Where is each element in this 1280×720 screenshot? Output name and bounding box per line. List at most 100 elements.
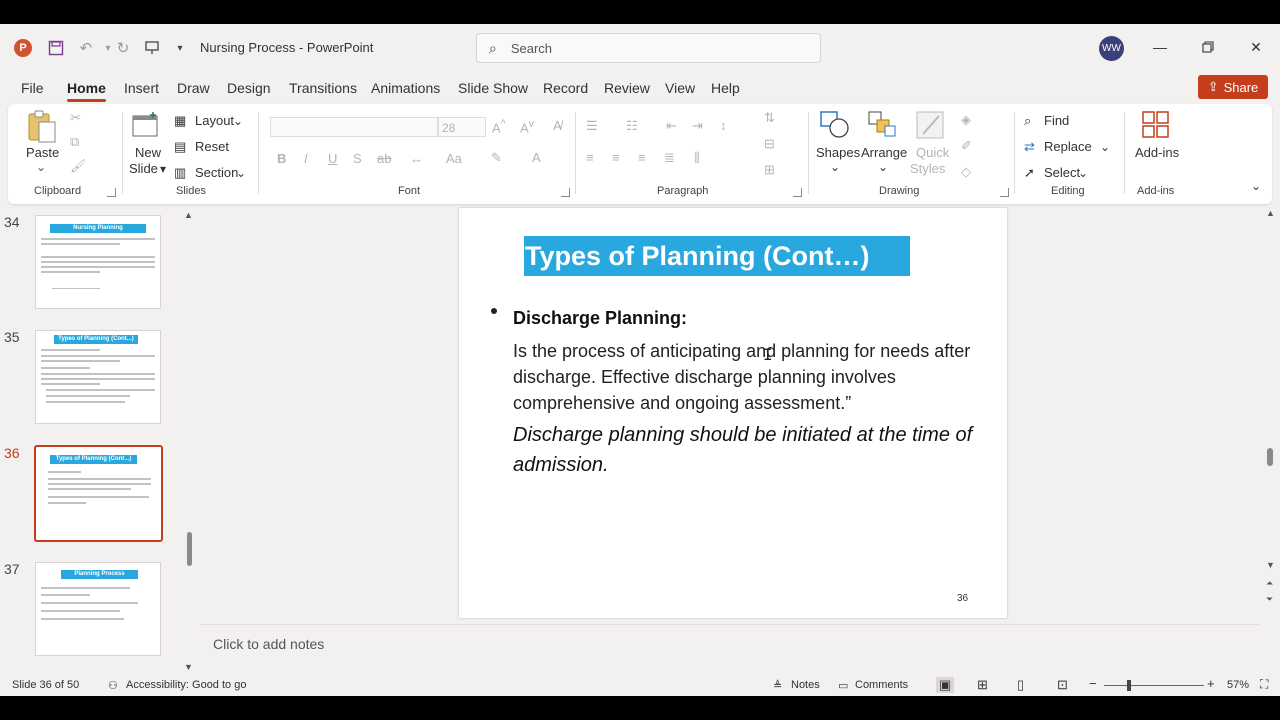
paste-dropdown-icon[interactable]: ⌄ xyxy=(36,160,46,174)
slide-thumbnail-36[interactable]: Types of Planning (Cont...) xyxy=(34,445,163,542)
new-slide-icon[interactable] xyxy=(131,110,163,140)
arrange-icon[interactable] xyxy=(867,110,899,140)
thumbnail-scrollbar-thumb[interactable] xyxy=(187,532,192,566)
section-icon[interactable]: ▥ xyxy=(174,165,186,181)
notes-button[interactable]: Notes xyxy=(791,679,820,691)
copy-icon[interactable]: ⧉ xyxy=(70,134,79,150)
shape-fill-icon[interactable]: ◈ xyxy=(961,112,971,128)
align-text-icon[interactable]: ⊟ xyxy=(764,136,775,152)
font-launcher-icon[interactable] xyxy=(561,188,570,197)
accessibility-icon[interactable]: ⚇ xyxy=(108,679,118,692)
italic-icon[interactable]: I xyxy=(304,151,308,166)
new-slide-label[interactable]: New xyxy=(135,145,161,160)
add-ins-icon[interactable] xyxy=(1141,110,1173,140)
shapes-dropdown-icon[interactable]: ⌄ xyxy=(830,160,840,174)
fit-to-window-icon[interactable]: ⛶ xyxy=(1260,677,1268,692)
replace-button[interactable]: Replace xyxy=(1044,139,1092,154)
tab-view[interactable]: View xyxy=(665,80,695,96)
search-box[interactable]: ⌕ Search xyxy=(476,33,821,63)
redo-icon[interactable]: ↻ xyxy=(113,38,133,58)
format-painter-icon[interactable]: 🖌 xyxy=(70,158,87,174)
layout-icon[interactable]: ▦ xyxy=(174,113,186,129)
font-color-icon[interactable]: A xyxy=(532,150,541,165)
paste-button[interactable]: Paste xyxy=(26,145,59,160)
font-size-box[interactable]: 28 xyxy=(438,117,486,137)
select-icon[interactable]: ➚ xyxy=(1024,165,1035,181)
close-icon[interactable]: ✕ xyxy=(1246,37,1266,57)
text-direction-icon[interactable]: ⇅ xyxy=(764,110,775,126)
share-button[interactable]: ⇪ Share xyxy=(1198,75,1268,99)
slide-scrollbar-thumb[interactable] xyxy=(1267,448,1273,466)
tab-record[interactable]: Record xyxy=(543,80,588,96)
scroll-down-icon[interactable]: ▼ xyxy=(1266,560,1275,570)
smartart-icon[interactable]: ⊞ xyxy=(764,162,775,178)
next-slide-icon[interactable]: ⏷ xyxy=(1266,594,1273,605)
highlight-icon[interactable]: ✎ xyxy=(491,150,502,166)
replace-icon[interactable]: ⇄ xyxy=(1024,139,1035,155)
scroll-down-icon[interactable]: ▼ xyxy=(184,662,193,672)
comments-button[interactable]: Comments xyxy=(855,679,908,691)
accessibility-status[interactable]: Accessibility: Good to go xyxy=(126,679,246,691)
shape-outline-icon[interactable]: ✐ xyxy=(961,138,972,154)
normal-view-icon[interactable]: ▣ xyxy=(936,677,955,693)
strikethrough-icon[interactable]: ab xyxy=(377,151,391,166)
arrange-dropdown-icon[interactable]: ⌄ xyxy=(878,160,888,174)
tab-transitions[interactable]: Transitions xyxy=(289,80,357,96)
increase-font-icon[interactable]: A^ xyxy=(492,118,506,135)
add-ins-button[interactable]: Add-ins xyxy=(1135,145,1179,160)
minimize-icon[interactable]: — xyxy=(1150,37,1170,57)
clear-formatting-icon[interactable]: A̸ xyxy=(553,118,562,133)
align-right-icon[interactable]: ≡ xyxy=(638,150,646,165)
increase-indent-icon[interactable]: ⇥ xyxy=(692,118,703,134)
notes-icon[interactable]: ≜ xyxy=(773,679,782,692)
shape-effects-icon[interactable]: ◇ xyxy=(961,164,971,180)
font-name-box[interactable] xyxy=(270,117,438,137)
tab-insert[interactable]: Insert xyxy=(124,80,159,96)
slide-sorter-icon[interactable]: ⊞ xyxy=(977,677,988,693)
reset-button[interactable]: Reset xyxy=(195,139,229,154)
layout-button[interactable]: Layout xyxy=(195,113,234,128)
slide-thumbnail-37[interactable]: Planning Process xyxy=(35,562,161,656)
quick-styles-label[interactable]: Quick xyxy=(916,145,949,160)
slide-heading[interactable]: Discharge Planning: xyxy=(513,308,687,329)
decrease-indent-icon[interactable]: ⇤ xyxy=(666,118,677,134)
change-case-icon[interactable]: Aa xyxy=(446,151,462,166)
tab-home[interactable]: Home xyxy=(67,80,106,102)
quick-styles-label-2[interactable]: Styles xyxy=(910,161,945,176)
zoom-level[interactable]: 57% xyxy=(1227,679,1249,691)
character-spacing-icon[interactable]: ↔ xyxy=(410,151,423,166)
zoom-slider-handle[interactable] xyxy=(1127,680,1131,691)
shapes-icon[interactable] xyxy=(819,110,851,140)
select-dropdown-icon[interactable]: ⌄ xyxy=(1078,166,1088,180)
replace-dropdown-icon[interactable]: ⌄ xyxy=(1100,140,1110,154)
zoom-slider[interactable] xyxy=(1104,685,1204,686)
find-icon[interactable]: ⌕ xyxy=(1024,113,1031,129)
comments-icon[interactable]: ▭ xyxy=(838,679,848,692)
notes-placeholder[interactable]: Click to add notes xyxy=(213,636,324,652)
new-slide-label-2[interactable]: Slide xyxy=(129,161,158,176)
restore-icon[interactable] xyxy=(1198,37,1218,57)
align-center-icon[interactable]: ≡ xyxy=(612,150,620,165)
zoom-out-icon[interactable]: − xyxy=(1089,676,1097,691)
tab-file[interactable]: File xyxy=(21,80,44,96)
slide-canvas[interactable]: Types of Planning (Cont…) Discharge Plan… xyxy=(459,208,1007,618)
paragraph-launcher-icon[interactable] xyxy=(793,188,802,197)
slide-thumbnail-35[interactable]: Types of Planning (Cont...) xyxy=(35,330,161,424)
collapse-ribbon-icon[interactable]: ⌄ xyxy=(1251,179,1261,193)
thumbnail-scrollbar[interactable]: ▲ ▼ xyxy=(183,210,195,680)
bold-icon[interactable]: B xyxy=(277,151,286,166)
present-icon[interactable] xyxy=(142,38,162,58)
slide-scrollbar[interactable]: ▲ ▼ ⏶ ⏷ xyxy=(1264,208,1278,608)
customize-toolbar-icon[interactable]: ▾ xyxy=(170,38,190,58)
previous-slide-icon[interactable]: ⏶ xyxy=(1266,578,1273,589)
notes-pane[interactable] xyxy=(200,624,1260,664)
new-slide-dropdown-icon[interactable]: ▾ xyxy=(160,162,166,176)
numbering-icon[interactable]: ☷ xyxy=(626,118,638,134)
shadow-icon[interactable]: S xyxy=(353,151,362,166)
paste-icon[interactable] xyxy=(26,110,58,143)
undo-icon[interactable]: ↶ xyxy=(76,38,96,58)
reading-view-icon[interactable]: ▯ xyxy=(1017,677,1024,693)
tab-draw[interactable]: Draw xyxy=(177,80,210,96)
tab-help[interactable]: Help xyxy=(711,80,740,96)
justify-icon[interactable]: ≣ xyxy=(664,150,675,166)
